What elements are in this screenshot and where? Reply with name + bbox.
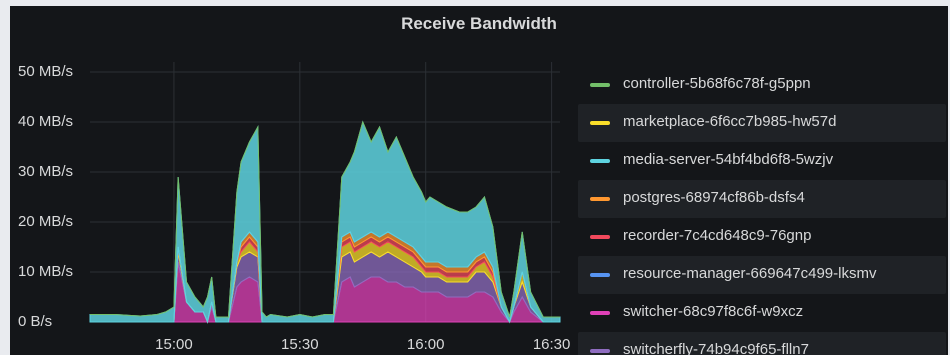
- legend-swatch: [590, 235, 610, 239]
- legend-swatch: [590, 121, 610, 125]
- legend-label: switcherfly-74b94c9f65-flln7: [623, 341, 809, 355]
- x-tick-label: 16:00: [406, 336, 445, 353]
- legend-swatch: [590, 159, 610, 163]
- legend-label: switcher-68c97f8c6f-w9xcz: [623, 303, 804, 320]
- y-tick-label: 50 MB/s: [18, 63, 74, 80]
- legend-item[interactable]: controller-5b68f6c78f-g5ppn: [578, 66, 946, 104]
- legend-item[interactable]: marketplace-6f6cc7b985-hw57d: [578, 104, 946, 142]
- legend-item[interactable]: postgres-68974cf86b-dsfs4: [578, 180, 946, 218]
- legend-item[interactable]: switcher-68c97f8c6f-w9xcz: [578, 294, 946, 332]
- legend-item[interactable]: resource-manager-669647c499-lksmv: [578, 256, 946, 294]
- legend-label: resource-manager-669647c499-lksmv: [623, 265, 877, 282]
- y-tick-label: 30 MB/s: [18, 163, 74, 180]
- legend-label: recorder-7c4cd648c9-76gnp: [623, 227, 812, 244]
- x-tick-label: 15:30: [281, 336, 319, 353]
- legend-label: controller-5b68f6c78f-g5ppn: [623, 75, 811, 92]
- legend-label: postgres-68974cf86b-dsfs4: [623, 189, 805, 206]
- legend-swatch: [590, 349, 610, 353]
- y-tick-label: 0 B/s: [18, 313, 53, 330]
- x-tick-label: 15:00: [155, 336, 193, 353]
- y-tick-label: 10 MB/s: [18, 263, 74, 280]
- legend-item[interactable]: recorder-7c4cd648c9-76gnp: [578, 218, 946, 256]
- legend-label: marketplace-6f6cc7b985-hw57d: [623, 113, 837, 130]
- legend-item[interactable]: media-server-54bf4bd6f8-5wzjv: [578, 142, 946, 180]
- x-tick-label: 16:30: [532, 336, 571, 353]
- graph-panel: Receive Bandwidth 50 MB/s 40 MB/s 30 MB/s 2…: [10, 6, 948, 355]
- legend: controller-5b68f6c78f-g5ppn marketplace-6…: [578, 66, 946, 355]
- legend-swatch: [590, 83, 610, 87]
- legend-item[interactable]: switcherfly-74b94c9f65-flln7: [578, 332, 946, 355]
- y-tick-label: 20 MB/s: [18, 213, 74, 230]
- chart-plot-area[interactable]: [10, 6, 570, 355]
- y-tick-label: 40 MB/s: [18, 113, 74, 130]
- legend-swatch: [590, 273, 610, 277]
- legend-label: media-server-54bf4bd6f8-5wzjv: [623, 151, 834, 168]
- legend-swatch: [590, 311, 610, 315]
- legend-swatch: [590, 197, 610, 201]
